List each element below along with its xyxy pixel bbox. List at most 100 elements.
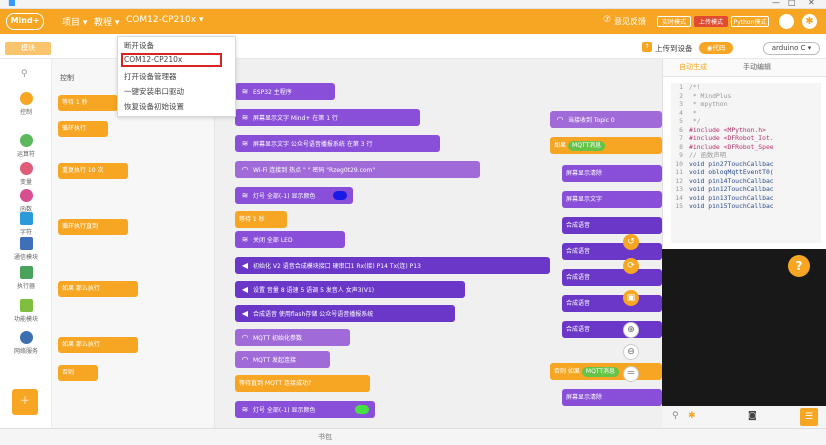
speaker-icon: ◀ — [241, 261, 249, 270]
zoom-reset-icon[interactable]: ＝ — [623, 366, 639, 382]
workspace-block-wait-until[interactable]: 等待直到 MQTT 连接成功? — [235, 375, 370, 392]
upload-icon[interactable]: ↑ — [642, 42, 652, 52]
menu-tutorial[interactable]: 教程 ▾ — [94, 15, 119, 28]
menu-item-install-driver[interactable]: 一键安装串口驱动 — [124, 86, 184, 97]
scroll-lock-icon[interactable]: ✱ — [688, 411, 696, 421]
palette-block-wait[interactable]: 等待 1 秒 — [58, 95, 118, 111]
workspace-block-wifi[interactable]: ◠ Wi-Fi 连接到 热点 " " 密码 "Rzeg0t29.com" — [235, 161, 480, 178]
workspace-block-display-text-1[interactable]: ≋ 屏幕显示文字 Mind+ 在第 1 行 — [235, 109, 420, 126]
workspace-block-speak-1[interactable]: 合成语音 — [562, 217, 662, 234]
workspace-block-led-color-2[interactable]: ≋ 灯号 全部(-1) 显示颜色 — [235, 401, 375, 418]
python-mode-button[interactable]: Python模式 — [731, 16, 769, 27]
user-icon[interactable] — [779, 14, 794, 29]
workspace-block-clear-screen-2[interactable]: 屏幕显示清除 — [562, 389, 662, 406]
workspace-block-else-if[interactable]: 否则 如果 MQTT消息 — [550, 363, 662, 380]
line-number: 11 — [675, 168, 683, 176]
workspace-block-display-text-3[interactable]: ≋ 屏幕显示文字 公众号语音播报系统 在第 3 行 — [235, 135, 440, 152]
tab-auto-generate[interactable]: 自动生成 — [679, 62, 707, 72]
minimize-icon[interactable]: — — [772, 0, 780, 7]
workspace-block-tts-settings[interactable]: ◀ 设置 音量 8 语速 5 语调 5 发音人 女声3(V1) — [235, 281, 465, 298]
pin-icon[interactable]: ⚲ — [672, 411, 679, 421]
palette-block-forever[interactable]: 循环执行 — [58, 121, 108, 137]
palette-block-repeat-until[interactable]: 循环执行直到 — [58, 219, 128, 235]
workspace-block-main[interactable]: ≋ ESP32 主程序 — [235, 83, 335, 100]
category-variables[interactable]: 变量 — [0, 162, 52, 186]
search-icon[interactable]: ⚲ — [21, 69, 28, 79]
code-view-toggle[interactable]: ◉代码 — [699, 42, 733, 54]
workspace-block-tts-speak[interactable]: ◀ 合成语音 使用flash存储 公众号语音播报系统 — [235, 305, 455, 322]
line-number: 13 — [675, 185, 683, 193]
palette-block-repeat[interactable]: 重复执行 10 次 — [58, 163, 128, 179]
workspace-block-tts-init[interactable]: ◀ 初始化 V2 语音合成模块接口 硬串口1 Rx(接) P14 Tx(连) P1… — [235, 257, 550, 274]
workspace-block-led-color[interactable]: ≋ 灯号 全部(-1) 显示颜色 — [235, 187, 353, 204]
menu-list-icon[interactable]: ☰ — [800, 408, 818, 426]
color-swatch-blue[interactable] — [333, 191, 347, 200]
category-function-modules[interactable]: 功能模块 — [0, 299, 52, 323]
workspace-block-speak-3[interactable]: 合成语音 — [562, 269, 662, 286]
category-network-services[interactable]: 网络服务 — [0, 331, 52, 355]
workspace-block-if[interactable]: 如果 MQTT消息 — [550, 137, 662, 154]
close-icon[interactable]: ✕ — [808, 0, 815, 7]
palette-block-if-else[interactable]: 如果 那么执行 — [58, 337, 138, 353]
workspace-block-led-off[interactable]: ≋ 关闭 全部 LED — [235, 231, 345, 248]
menu-connect-device[interactable]: COM12-CP210x ▾ — [126, 15, 203, 25]
line-number: 15 — [675, 202, 683, 210]
category-actuators[interactable]: 执行器 — [0, 266, 52, 290]
category-communication[interactable]: 通信模块 — [0, 237, 52, 261]
upload-to-device-button[interactable]: 上传到设备 — [655, 43, 693, 54]
question-icon[interactable]: ⑦ — [603, 15, 611, 25]
code-line: 12 void pin14TouchCallbac — [671, 177, 821, 186]
code-editor[interactable]: 1/*! 2 * MindPlus 3 * mpython 4 * 5 */ 6… — [671, 83, 821, 243]
upload-mode-button[interactable]: 上传模式 — [694, 16, 728, 27]
menu-item-disconnect[interactable]: 断开设备 — [124, 40, 154, 51]
maximize-icon[interactable]: □ — [788, 0, 796, 7]
control-dot-icon — [19, 92, 33, 105]
strings-icon — [19, 212, 33, 225]
serial-terminal[interactable]: ? ⚲ ✱ ◙ ☰ — [662, 249, 826, 428]
help-icon[interactable]: ? — [788, 255, 810, 277]
tab-manual-edit[interactable]: 手动编辑 — [743, 62, 771, 72]
backpack-bar[interactable]: 书包 — [0, 428, 826, 445]
line-number: 2 — [679, 91, 683, 100]
workspace-block-screen-text[interactable]: 屏幕显示文字 — [562, 191, 662, 208]
line-number: 14 — [675, 193, 683, 202]
palette-block-if[interactable]: 如果 那么执行 — [58, 281, 138, 297]
workspace-block-speak-2[interactable]: 合成语音 — [562, 243, 662, 260]
workspace-block-mqtt-init[interactable]: ◠ MQTT 初始化参数 — [235, 329, 350, 346]
category-operators[interactable]: 运算符 — [0, 134, 52, 158]
workspace-block-speak-4[interactable]: 合成语音 — [562, 295, 662, 312]
workspace-block-clear-screen[interactable]: 屏幕显示清除 — [562, 165, 662, 182]
realtime-mode-button[interactable]: 实时模式 — [657, 16, 691, 27]
board-select[interactable]: arduino C ▾ — [763, 42, 820, 55]
screenshot-icon[interactable]: ▣ — [623, 290, 639, 306]
menu-project[interactable]: 项目 ▾ — [62, 15, 87, 28]
clear-output-icon[interactable]: ◙ — [748, 411, 757, 421]
category-control[interactable]: 控制 — [0, 92, 52, 116]
workspace-block-speak-5[interactable]: 合成语音 — [562, 321, 662, 338]
line-number: 1 — [679, 83, 683, 91]
menu-item-reset-device[interactable]: 恢复设备初始设置 — [124, 101, 184, 112]
reset-view-icon[interactable]: ↺ — [623, 234, 639, 250]
workspace-block-mqtt-receive[interactable]: ◠ 当接收到 Topic 0 — [550, 111, 662, 128]
workspace-block-mqtt-connect[interactable]: ◠ MQTT 发起连接 — [235, 351, 330, 368]
menu-item-com-port[interactable]: COM12-CP210x — [124, 55, 182, 64]
screen-icon: ≋ — [241, 113, 249, 122]
code-line: 14 void pin13TouchCallbac — [671, 194, 821, 203]
extensions-button[interactable]: ＋ — [12, 389, 38, 415]
line-number: 9 — [679, 151, 683, 159]
workspace-block-wait[interactable]: 等待 1 秒 — [235, 211, 287, 228]
category-strings[interactable]: 字符 — [0, 212, 52, 236]
zoom-out-icon[interactable]: ⊖ — [623, 344, 639, 360]
terminal-toolbar: ⚲ ✱ ◙ ☰ — [662, 406, 826, 428]
settings-gear-icon[interactable]: ✱ — [802, 14, 817, 29]
palette-block-else[interactable]: 否则 — [58, 365, 98, 381]
screen-icon: ≋ — [241, 139, 249, 148]
operators-dot-icon — [19, 134, 33, 147]
category-functions[interactable]: 函数 — [0, 189, 52, 213]
zoom-in-icon[interactable]: ⊕ — [623, 322, 639, 338]
menu-item-device-manager[interactable]: 打开设备管理器 — [124, 71, 177, 82]
feedback-link[interactable]: 意见反馈 — [614, 16, 646, 27]
modules-tab[interactable]: 模块 — [5, 42, 51, 55]
color-swatch-green[interactable] — [355, 405, 369, 414]
refresh-icon[interactable]: ⟳ — [623, 258, 639, 274]
